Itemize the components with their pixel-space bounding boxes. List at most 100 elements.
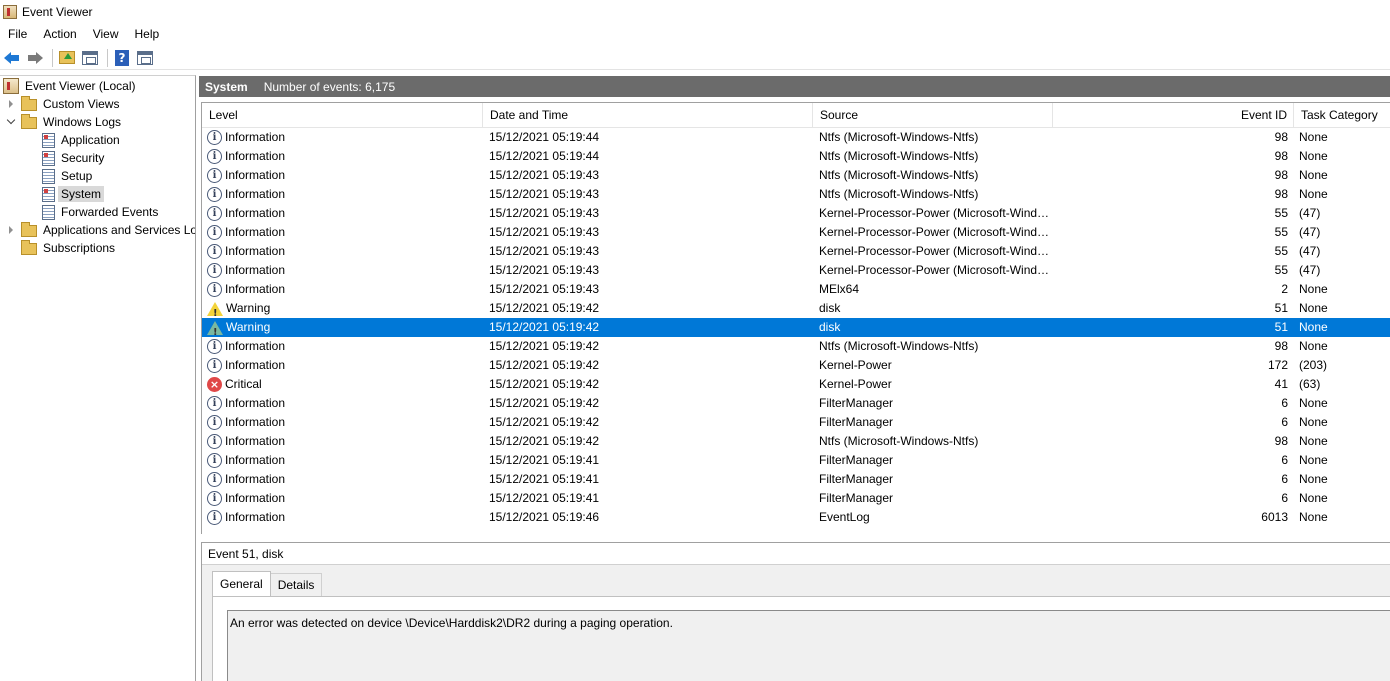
table-row[interactable]: i Information 15/12/2021 05:19:43 Ntfs (Mic… — [202, 185, 1390, 204]
tree-item-security[interactable]: Security — [42, 149, 107, 167]
table-row[interactable]: Warning 15/12/2021 05:19:42 disk 51 None — [202, 299, 1390, 318]
table-row[interactable]: i Information 15/12/2021 05:19:43 Ntfs (Mic… — [202, 166, 1390, 185]
cell-source: EventLog — [819, 510, 870, 524]
help-button[interactable]: ? — [112, 48, 132, 68]
information-icon: i — [207, 491, 222, 506]
cell-source: Kernel-Processor-Power (Microsoft-Wind… — [819, 244, 1050, 258]
tree-item-application[interactable]: Application — [42, 131, 123, 149]
cell-level: i Information — [207, 413, 482, 432]
event-detail-panel: Event 51, disk General Details An error … — [201, 542, 1390, 681]
cell-source: disk — [819, 301, 841, 315]
table-row[interactable]: i Information 15/12/2021 05:19:43 Kernel-Pr… — [202, 242, 1390, 261]
tree-item-setup[interactable]: Setup — [42, 167, 95, 185]
forward-button[interactable] — [25, 48, 45, 68]
cell-event-id: 41 — [1274, 377, 1288, 391]
tree-item-event-viewer-local[interactable]: Event Viewer (Local) — [3, 77, 139, 95]
menu-view[interactable]: View — [85, 24, 127, 44]
expand-caret-icon[interactable] — [6, 95, 16, 113]
folder-up-icon — [59, 51, 75, 64]
information-icon: i — [207, 434, 222, 449]
table-row[interactable]: i Information 15/12/2021 05:19:41 FilterMan… — [202, 451, 1390, 470]
cell-source: Kernel-Processor-Power (Microsoft-Wind… — [819, 263, 1050, 277]
cell-level: i Information — [207, 261, 482, 280]
table-row[interactable]: i Information 15/12/2021 05:19:43 Kernel-Pr… — [202, 204, 1390, 223]
table-row[interactable]: i Information 15/12/2021 05:19:44 Ntfs (Mic… — [202, 128, 1390, 147]
event-message[interactable]: An error was detected on device \Device\… — [227, 610, 1390, 681]
table-row[interactable]: i Information 15/12/2021 05:19:43 MElx64 2 No… — [202, 280, 1390, 299]
table-row[interactable]: i Information 15/12/2021 05:19:42 Ntfs (Mic… — [202, 337, 1390, 356]
log-icon — [42, 132, 55, 148]
menu-bar: File Action View Help — [0, 24, 1390, 44]
table-row[interactable]: i Information 15/12/2021 05:19:42 Ntfs (Mic… — [202, 432, 1390, 451]
cell-event-id: 55 — [1274, 206, 1288, 220]
log-header-bar: System Number of events: 6,175 — [199, 76, 1390, 97]
table-row[interactable]: i Information 15/12/2021 05:19:46 EventLog 6… — [202, 508, 1390, 527]
table-row[interactable]: i Information 15/12/2021 05:19:43 Kernel-Pr… — [202, 223, 1390, 242]
action-pane-icon — [137, 50, 153, 65]
table-row[interactable]: i Information 15/12/2021 05:19:42 Kernel-Po… — [202, 356, 1390, 375]
cell-task-category: (63) — [1299, 377, 1321, 391]
cell-date-and-time: 15/12/2021 05:19:42 — [489, 301, 600, 315]
cell-date-and-time: 15/12/2021 05:19:43 — [489, 206, 600, 220]
show-hide-action-pane-button[interactable] — [135, 48, 155, 68]
menu-file[interactable]: File — [0, 24, 35, 44]
cell-source: FilterManager — [819, 491, 894, 505]
table-row[interactable]: i Information 15/12/2021 05:19:42 FilterMan… — [202, 413, 1390, 432]
cell-date-and-time: 15/12/2021 05:19:42 — [489, 396, 600, 410]
back-button[interactable] — [2, 48, 22, 68]
console-tree: Event Viewer (Local) Custom Views Window… — [0, 75, 196, 681]
menu-help[interactable]: Help — [127, 24, 168, 44]
menu-action[interactable]: Action — [35, 24, 84, 44]
table-row[interactable]: i Information 15/12/2021 05:19:41 FilterMan… — [202, 489, 1390, 508]
column-header-source[interactable]: Source — [813, 103, 1053, 128]
cell-source: Kernel-Processor-Power (Microsoft-Wind… — [819, 206, 1050, 220]
cell-level: Warning — [207, 299, 482, 318]
cell-source: Kernel-Power — [819, 377, 892, 391]
tab-details[interactable]: Details — [269, 573, 323, 596]
expand-caret-icon[interactable] — [6, 221, 16, 239]
cell-task-category: None — [1299, 491, 1328, 505]
cell-event-id: 6 — [1281, 491, 1288, 505]
cell-task-category: None — [1299, 130, 1328, 144]
table-row[interactable]: i Information 15/12/2021 05:19:41 FilterMan… — [202, 470, 1390, 489]
show-hide-tree-button[interactable] — [80, 48, 100, 68]
cell-event-id: 6 — [1281, 453, 1288, 467]
table-row[interactable]: i Information 15/12/2021 05:19:43 Kernel-Pr… — [202, 261, 1390, 280]
cell-task-category: None — [1299, 415, 1328, 429]
cell-source: FilterManager — [819, 472, 894, 486]
information-icon: i — [207, 244, 222, 259]
information-icon: i — [207, 472, 222, 487]
tree-item-windows-logs[interactable]: Windows Logs — [6, 113, 124, 131]
level-text: Warning — [226, 320, 271, 334]
up-one-level-button[interactable] — [57, 48, 77, 68]
table-row[interactable]: Warning 15/12/2021 05:19:42 disk 51 None — [202, 318, 1390, 337]
information-icon: i — [207, 168, 222, 183]
level-text: Information — [225, 130, 286, 144]
tab-general[interactable]: General — [212, 571, 271, 596]
level-text: Information — [225, 149, 286, 163]
cell-level: i Information — [207, 166, 482, 185]
folder-icon — [21, 222, 37, 237]
collapse-caret-icon[interactable] — [6, 113, 16, 131]
cell-date-and-time: 15/12/2021 05:19:43 — [489, 263, 600, 277]
table-row[interactable]: × Critical 15/12/2021 05:19:42 Kernel-Power… — [202, 375, 1390, 394]
tree-item-applications-and-services-logs[interactable]: Applications and Services Logs — [6, 221, 195, 239]
tree-item-forwarded-events[interactable]: Forwarded Events — [42, 203, 161, 221]
table-row[interactable]: i Information 15/12/2021 05:19:42 FilterMan… — [202, 394, 1390, 413]
tree-item-custom-views[interactable]: Custom Views — [6, 95, 122, 113]
column-header-date-and-time[interactable]: Date and Time — [483, 103, 813, 128]
cell-level: i Information — [207, 242, 482, 261]
tree-item-subscriptions[interactable]: Subscriptions — [21, 239, 118, 257]
cell-level: i Information — [207, 128, 482, 147]
tree-item-system[interactable]: System — [40, 185, 105, 203]
cell-level: i Information — [207, 280, 482, 299]
table-row[interactable]: i Information 15/12/2021 05:19:44 Ntfs (Mic… — [202, 147, 1390, 166]
cell-event-id: 55 — [1274, 244, 1288, 258]
column-header-task-category[interactable]: Task Category — [1294, 103, 1390, 128]
toolbar-separator — [107, 48, 108, 67]
column-header-level[interactable]: Level — [202, 103, 483, 128]
column-header-event-id[interactable]: Event ID — [1053, 103, 1294, 128]
cell-date-and-time: 15/12/2021 05:19:44 — [489, 149, 600, 163]
information-icon: i — [207, 263, 222, 278]
log-title: System — [205, 79, 248, 94]
